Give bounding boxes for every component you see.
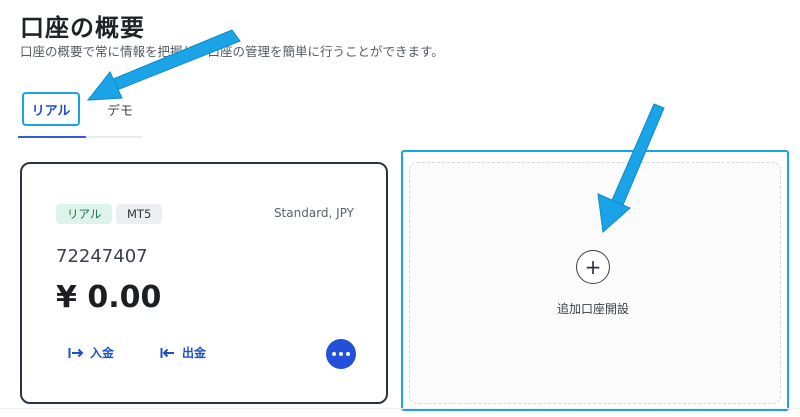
tab-active-indicator xyxy=(18,136,86,138)
page-title: 口座の概要 xyxy=(20,14,145,42)
account-card[interactable]: リアル MT5 Standard, JPY 72247407 ¥ 0.00 入金… xyxy=(20,162,388,404)
account-balance: ¥ 0.00 xyxy=(56,280,162,315)
plus-icon[interactable]: + xyxy=(576,250,610,284)
page-divider xyxy=(0,408,800,409)
add-account-label: 追加口座開設 xyxy=(556,302,629,316)
more-options-button[interactable] xyxy=(326,339,356,369)
withdraw-label: 出金 xyxy=(182,346,207,360)
account-tabs: リアル デモ xyxy=(18,88,142,138)
account-number: 72247407 xyxy=(56,246,148,267)
page-subtitle: 口座の概要で常に情報を把握し、口座の管理を簡単に行うことができます。 xyxy=(20,44,444,59)
badge-real: リアル xyxy=(56,204,113,224)
badge-platform: MT5 xyxy=(116,204,163,224)
arrow-to-right-icon xyxy=(68,347,84,359)
tab-real[interactable]: リアル xyxy=(22,92,80,126)
deposit-label: 入金 xyxy=(90,346,115,360)
tab-demo[interactable]: デモ xyxy=(100,92,140,126)
withdraw-button[interactable]: 出金 xyxy=(160,344,206,361)
arrow-from-left-icon xyxy=(160,347,176,359)
account-type: Standard, JPY xyxy=(273,206,354,220)
deposit-button[interactable]: 入金 xyxy=(68,344,114,361)
more-dots-icon xyxy=(332,352,336,356)
